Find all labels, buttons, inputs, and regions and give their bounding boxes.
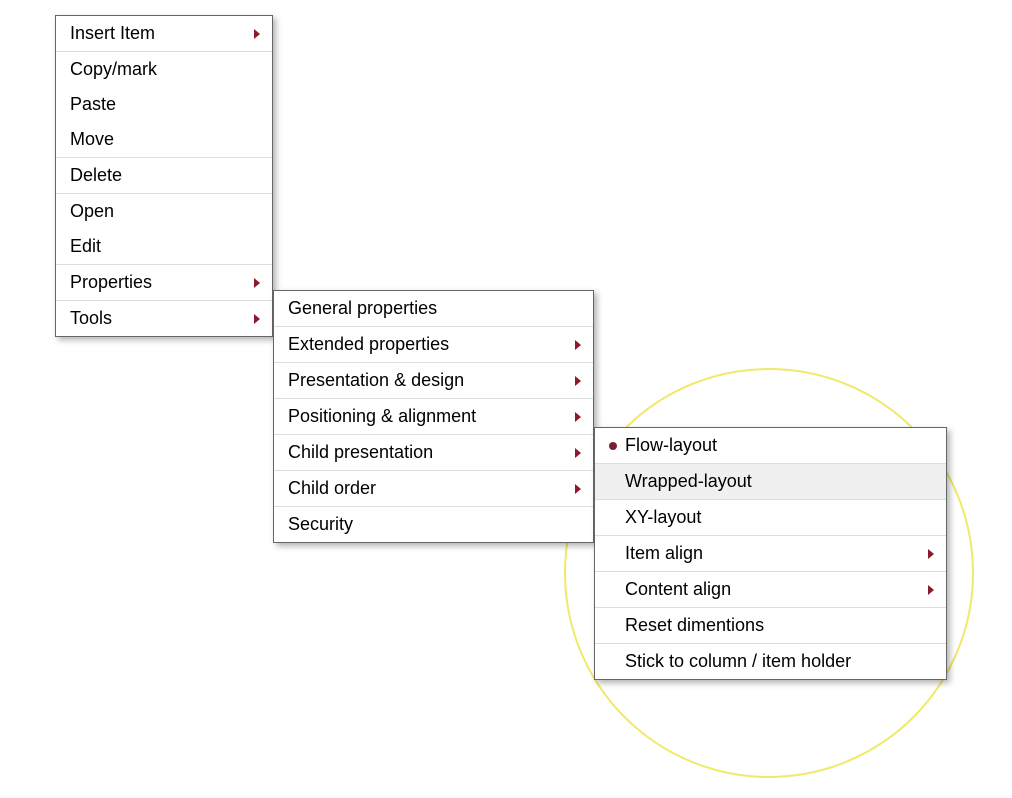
menu-item-general-properties[interactable]: General properties — [274, 291, 593, 326]
menu-item-label: Move — [70, 129, 114, 150]
menu-item-flow-layout[interactable]: Flow-layout — [595, 428, 946, 463]
menu-item-label: Copy/mark — [70, 59, 157, 80]
menu-item-label: Content align — [625, 579, 731, 600]
menu-item-label: Edit — [70, 236, 101, 257]
menu-item-presentation-design[interactable]: Presentation & design — [274, 363, 593, 398]
context-menu-main: Insert Item Copy/mark Paste Move Delete … — [55, 15, 273, 337]
menu-item-paste[interactable]: Paste — [56, 87, 272, 122]
menu-item-label: Reset dimentions — [625, 615, 764, 636]
menu-item-label: Positioning & alignment — [288, 406, 476, 427]
menu-item-move[interactable]: Move — [56, 122, 272, 157]
menu-item-content-align[interactable]: Content align — [595, 572, 946, 607]
menu-item-xy-layout[interactable]: XY-layout — [595, 500, 946, 535]
menu-item-insert-item[interactable]: Insert Item — [56, 16, 272, 51]
menu-item-label: Open — [70, 201, 114, 222]
menu-item-properties[interactable]: Properties — [56, 265, 272, 300]
menu-item-label: Stick to column / item holder — [625, 651, 851, 672]
menu-item-label: XY-layout — [625, 507, 701, 528]
menu-item-reset-dimensions[interactable]: Reset dimentions — [595, 608, 946, 643]
menu-item-security[interactable]: Security — [274, 507, 593, 542]
menu-item-label: Flow-layout — [625, 435, 717, 456]
menu-item-copy-mark[interactable]: Copy/mark — [56, 52, 272, 87]
menu-item-item-align[interactable]: Item align — [595, 536, 946, 571]
menu-item-delete[interactable]: Delete — [56, 158, 272, 193]
menu-item-edit[interactable]: Edit — [56, 229, 272, 264]
menu-item-label: Child presentation — [288, 442, 433, 463]
menu-item-label: Security — [288, 514, 353, 535]
submenu-positioning-alignment: Flow-layout Wrapped-layout XY-layout Ite… — [594, 427, 947, 680]
menu-item-extended-properties[interactable]: Extended properties — [274, 327, 593, 362]
menu-item-label: Extended properties — [288, 334, 449, 355]
bullet-icon — [609, 442, 617, 450]
menu-item-label: Properties — [70, 272, 152, 293]
menu-item-stick-to-column[interactable]: Stick to column / item holder — [595, 644, 946, 679]
menu-item-label: Paste — [70, 94, 116, 115]
submenu-properties: General properties Extended properties P… — [273, 290, 594, 543]
menu-item-tools[interactable]: Tools — [56, 301, 272, 336]
menu-item-open[interactable]: Open — [56, 194, 272, 229]
menu-item-label: Wrapped-layout — [625, 471, 752, 492]
menu-item-label: Item align — [625, 543, 703, 564]
menu-item-label: Child order — [288, 478, 376, 499]
menu-item-label: General properties — [288, 298, 437, 319]
menu-item-wrapped-layout[interactable]: Wrapped-layout — [595, 464, 946, 499]
menu-item-child-presentation[interactable]: Child presentation — [274, 435, 593, 470]
menu-item-label: Delete — [70, 165, 122, 186]
menu-item-label: Insert Item — [70, 23, 155, 44]
menu-item-positioning-alignment[interactable]: Positioning & alignment — [274, 399, 593, 434]
menu-item-label: Tools — [70, 308, 112, 329]
menu-item-child-order[interactable]: Child order — [274, 471, 593, 506]
menu-item-label: Presentation & design — [288, 370, 464, 391]
